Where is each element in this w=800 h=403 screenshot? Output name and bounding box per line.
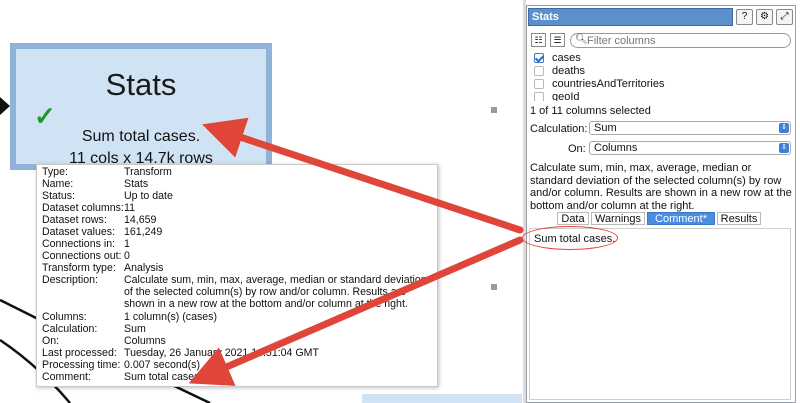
filter-columns-input[interactable] [585, 34, 787, 47]
input-connector-arrow [0, 97, 10, 115]
stats-node[interactable]: Stats ✓ Sum total cases. 11 cols x 14.7k… [10, 43, 272, 170]
column-checkbox[interactable] [534, 53, 544, 63]
node-tooltip: Type: Transform Name: Stats Status: Up to dat… [36, 164, 438, 387]
node-title: Stats [105, 67, 177, 102]
column-checkbox[interactable] [534, 66, 544, 76]
comment-textarea[interactable]: Sum total cases. [529, 228, 791, 400]
column-toolbar: ☷ ☰ 🔍︎ [527, 31, 795, 49]
tooltip-value: Sum total cases. [124, 371, 203, 383]
column-label: geoId [552, 91, 580, 101]
resize-handle[interactable] [491, 107, 497, 113]
chevron-updown-icon: ⇕ [779, 123, 789, 133]
on-value: Columns [594, 142, 638, 154]
panel-header: Stats ? ⚙ ⤢ [527, 6, 795, 28]
column-label: deaths [552, 65, 586, 77]
tab-warnings[interactable]: Warnings [591, 212, 645, 225]
workflow-canvas[interactable]: Stats ✓ Sum total cases. 11 cols x 14.7k… [0, 0, 523, 403]
tooltip-key: Description: [42, 274, 98, 286]
calculation-label: Calculation: [530, 123, 588, 135]
column-list: cases deaths countriesAndTerritories geo… [527, 51, 795, 101]
on-label: On: [568, 143, 586, 155]
column-checkbox[interactable] [534, 79, 544, 89]
calculation-select[interactable]: Sum ⇕ [589, 121, 791, 135]
column-label: cases [552, 52, 581, 64]
calculation-value: Sum [594, 122, 617, 134]
panel-title[interactable]: Stats [528, 8, 733, 26]
on-select[interactable]: Columns ⇕ [589, 141, 791, 155]
column-checkbox[interactable] [534, 92, 544, 101]
selection-info: 1 of 11 columns selected [530, 105, 651, 117]
tab-data[interactable]: Data [557, 212, 589, 225]
annotation-ellipse [522, 226, 618, 250]
properties-panel: Stats ? ⚙ ⤢ ☷ ☰ 🔍︎ cases deaths countrie… [526, 5, 796, 403]
tooltip-value: Calculate sum, min, max, average, median… [124, 274, 427, 310]
tooltip-key: Comment: [42, 371, 91, 383]
chevron-updown-icon: ⇕ [779, 143, 789, 153]
tab-results[interactable]: Results [717, 212, 761, 225]
help-button[interactable]: ? [736, 9, 753, 25]
help-text: Calculate sum, min, max, average, median… [530, 162, 792, 212]
filter-box: 🔍︎ [570, 33, 791, 48]
column-list-icon[interactable]: ☰ [550, 33, 565, 47]
resize-handle[interactable] [491, 284, 497, 290]
node-comment: Sum total cases. [81, 128, 201, 145]
column-label: countriesAndTerritories [552, 78, 665, 90]
expand-button[interactable]: ⤢ [776, 9, 793, 25]
settings-button[interactable]: ⚙ [756, 9, 773, 25]
select-all-icon[interactable]: ☷ [531, 33, 546, 47]
adjacent-node[interactable] [362, 394, 522, 403]
tab-comment[interactable]: Comment* [647, 212, 715, 225]
